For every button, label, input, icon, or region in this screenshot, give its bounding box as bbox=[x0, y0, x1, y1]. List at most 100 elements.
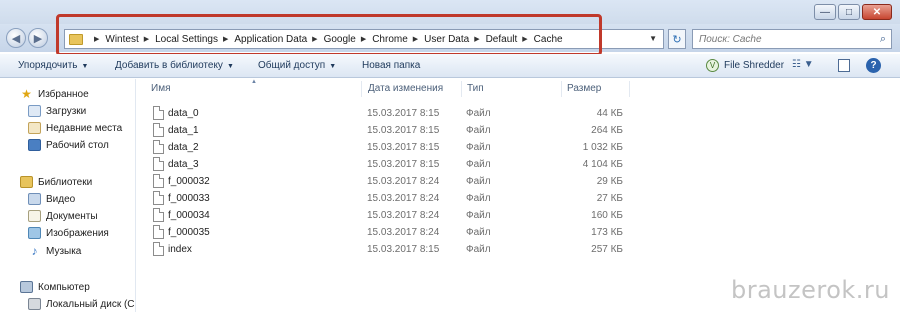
file-size: 4 104 КБ bbox=[582, 159, 623, 170]
minimize-button[interactable]: — bbox=[814, 4, 836, 20]
sidebar-item-images[interactable]: Изображения bbox=[28, 227, 109, 239]
file-date: 15.03.2017 8:15 bbox=[367, 244, 440, 255]
maximize-button[interactable]: □ bbox=[838, 4, 860, 20]
file-size: 173 КБ bbox=[591, 227, 623, 238]
column-divider[interactable] bbox=[461, 81, 462, 97]
table-row[interactable]: index 15.03.2017 8:15 Файл 257 КБ bbox=[149, 241, 889, 258]
file-date: 15.03.2017 8:15 bbox=[367, 142, 440, 153]
table-row[interactable]: f_000034 15.03.2017 8:24 Файл 160 КБ bbox=[149, 207, 889, 224]
file-icon bbox=[153, 123, 164, 137]
file-name: f_000032 bbox=[168, 176, 210, 187]
sidebar-item-label: Документы bbox=[46, 210, 98, 222]
file-shredder-icon: V bbox=[706, 59, 719, 72]
file-icon bbox=[153, 225, 164, 239]
table-row[interactable]: f_000032 15.03.2017 8:24 Файл 29 КБ bbox=[149, 173, 889, 190]
preview-pane-icon[interactable] bbox=[838, 59, 850, 72]
table-row[interactable]: f_000033 15.03.2017 8:24 Файл 27 КБ bbox=[149, 190, 889, 207]
downloads-icon bbox=[28, 105, 41, 117]
file-size: 27 КБ bbox=[596, 193, 623, 204]
file-name: f_000035 bbox=[168, 227, 210, 238]
file-size: 1 032 КБ bbox=[582, 142, 623, 153]
sidebar-item-label: Компьютер bbox=[38, 281, 90, 293]
chevron-down-icon: ▼ bbox=[329, 63, 337, 70]
sidebar-item-favorites[interactable]: ★ Избранное bbox=[20, 87, 89, 101]
sidebar-item-recent-places[interactable]: Недавние места bbox=[28, 122, 122, 134]
file-type: Файл bbox=[466, 244, 491, 255]
column-header-type[interactable]: Тип bbox=[467, 83, 484, 94]
sidebar-item-label: Видео bbox=[46, 193, 76, 205]
back-button[interactable]: ◀ bbox=[6, 28, 26, 48]
sidebar-item-music[interactable]: ♪ Музыка bbox=[28, 244, 82, 258]
file-name: data_3 bbox=[168, 159, 199, 170]
sidebar-item-label: Библиотеки bbox=[38, 176, 93, 188]
file-size: 160 КБ bbox=[591, 210, 623, 221]
recent-places-icon bbox=[28, 122, 41, 134]
sidebar-item-label: Локальный диск (C bbox=[46, 298, 135, 310]
file-icon bbox=[153, 242, 164, 256]
sidebar-item-video[interactable]: Видео bbox=[28, 193, 75, 205]
sidebar-item-label: Изображения bbox=[46, 227, 109, 239]
table-row[interactable]: data_2 15.03.2017 8:15 Файл 1 032 КБ bbox=[149, 139, 889, 156]
table-row[interactable]: data_3 15.03.2017 8:15 Файл 4 104 КБ bbox=[149, 156, 889, 173]
close-button[interactable]: ✕ bbox=[862, 4, 892, 20]
file-type: Файл bbox=[466, 210, 491, 221]
file-type: Файл bbox=[466, 142, 491, 153]
sidebar-item-label: Избранное bbox=[38, 88, 89, 100]
file-size: 257 КБ bbox=[591, 244, 623, 255]
help-button[interactable]: ? bbox=[866, 58, 881, 73]
window-controls: — □ ✕ bbox=[814, 4, 892, 20]
table-row[interactable]: data_1 15.03.2017 8:15 Файл 264 КБ bbox=[149, 122, 889, 139]
table-row[interactable]: data_0 15.03.2017 8:15 Файл 44 КБ bbox=[149, 105, 889, 122]
sidebar-item-label: Недавние места bbox=[46, 122, 123, 134]
column-header-name[interactable]: Имя bbox=[151, 83, 170, 94]
sidebar-item-libraries[interactable]: Библиотеки bbox=[20, 176, 92, 188]
view-options-icon[interactable]: ☷ ▼ bbox=[792, 59, 814, 70]
sidebar-item-label: Музыка bbox=[46, 245, 82, 257]
file-date: 15.03.2017 8:15 bbox=[367, 108, 440, 119]
sidebar-item-downloads[interactable]: Загрузки bbox=[28, 105, 86, 117]
file-date: 15.03.2017 8:24 bbox=[367, 176, 440, 187]
file-date: 15.03.2017 8:24 bbox=[367, 227, 440, 238]
file-type: Файл bbox=[466, 193, 491, 204]
sidebar-item-local-disk[interactable]: Локальный диск (C bbox=[28, 298, 135, 310]
refresh-button[interactable]: ↻ bbox=[668, 29, 686, 49]
chevron-down-icon[interactable]: ▼ bbox=[649, 34, 657, 43]
forward-button[interactable]: ▶ bbox=[28, 28, 48, 48]
sidebar-item-computer[interactable]: Компьютер bbox=[20, 281, 90, 293]
file-name: data_1 bbox=[168, 125, 199, 136]
table-row[interactable]: f_000035 15.03.2017 8:24 Файл 173 КБ bbox=[149, 224, 889, 241]
organize-label: Упорядочить bbox=[18, 60, 78, 71]
share-label: Общий доступ bbox=[258, 60, 326, 71]
search-icon[interactable]: ⌕ bbox=[880, 33, 886, 46]
column-header-size[interactable]: Размер bbox=[567, 83, 601, 94]
search-input[interactable]: Поиск: Cache ⌕ bbox=[692, 29, 892, 49]
music-icon: ♪ bbox=[31, 244, 38, 258]
search-placeholder: Поиск: Cache bbox=[699, 33, 762, 45]
share-button[interactable]: Общий доступ ▼ bbox=[258, 60, 336, 71]
file-icon bbox=[153, 174, 164, 188]
new-folder-button[interactable]: Новая папка bbox=[362, 60, 420, 71]
file-date: 15.03.2017 8:15 bbox=[367, 125, 440, 136]
column-divider[interactable] bbox=[361, 81, 362, 97]
chevron-down-icon: ▼ bbox=[81, 63, 89, 70]
documents-icon bbox=[28, 210, 41, 222]
file-icon bbox=[153, 106, 164, 120]
desktop-icon bbox=[28, 139, 41, 151]
file-size: 44 КБ bbox=[596, 108, 623, 119]
add-to-library-button[interactable]: Добавить в библиотеку ▼ bbox=[115, 60, 234, 71]
file-size: 264 КБ bbox=[591, 125, 623, 136]
file-type: Файл bbox=[466, 108, 491, 119]
file-type: Файл bbox=[466, 125, 491, 136]
file-size: 29 КБ bbox=[596, 176, 623, 187]
file-name: index bbox=[168, 244, 192, 255]
file-type: Файл bbox=[466, 159, 491, 170]
organize-button[interactable]: Упорядочить ▼ bbox=[18, 60, 88, 71]
sidebar-item-documents[interactable]: Документы bbox=[28, 210, 98, 222]
file-shredder-button[interactable]: File Shredder bbox=[724, 60, 784, 71]
column-header-date[interactable]: Дата изменения bbox=[368, 83, 443, 94]
sidebar-item-desktop[interactable]: Рабочий стол bbox=[28, 139, 109, 151]
column-divider[interactable] bbox=[629, 81, 630, 97]
video-icon bbox=[28, 193, 41, 205]
column-divider[interactable] bbox=[561, 81, 562, 97]
computer-icon bbox=[20, 281, 33, 293]
